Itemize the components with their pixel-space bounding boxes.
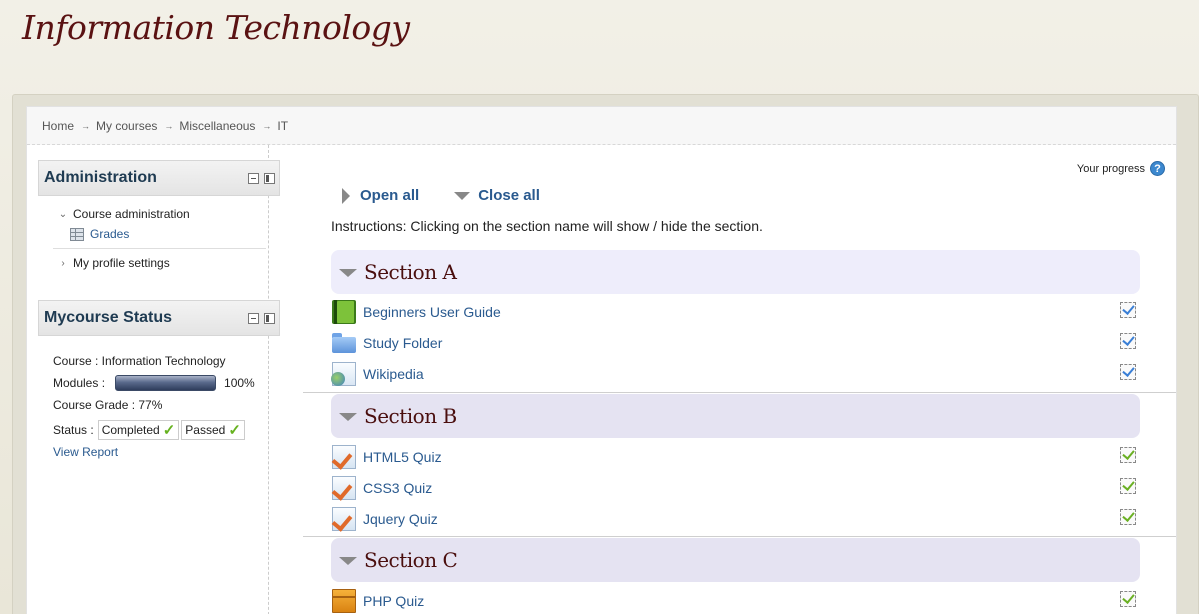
activity-item[interactable]: HTML5 Quiz	[332, 441, 1140, 472]
view-report-row: View Report	[53, 441, 280, 463]
tree-label: Course administration	[73, 207, 190, 221]
course-line: Course : Information Technology	[53, 354, 226, 368]
status-badge-passed: Passed ✓	[181, 420, 245, 440]
tree-label: My profile settings	[73, 256, 170, 270]
mycourse-status-block: Mycourse Status Course : Information Tec…	[38, 300, 280, 463]
activity-link[interactable]: Jquery Quiz	[363, 511, 438, 527]
administration-block: Administration ⌄ Course administration G…	[38, 160, 280, 273]
activity-link[interactable]: PHP Quiz	[363, 593, 424, 609]
administration-header: Administration	[38, 160, 280, 196]
help-icon[interactable]: ?	[1150, 161, 1165, 176]
section-b-header[interactable]: Section B	[331, 394, 1140, 438]
administration-title: Administration	[44, 169, 157, 186]
administration-tree: ⌄ Course administration Grades › My prof…	[38, 196, 280, 273]
activity-link[interactable]: CSS3 Quiz	[363, 480, 432, 496]
grades-table-icon	[70, 227, 84, 241]
main-content: Your progress ? Open all Close all Instr…	[270, 145, 1176, 614]
grade-line: Course Grade : 77%	[53, 398, 163, 412]
chevron-down-icon: ⌄	[58, 208, 68, 220]
instructions-text: Instructions: Clicking on the section na…	[331, 218, 763, 234]
activity-item[interactable]: Jquery Quiz	[332, 503, 1140, 534]
breadcrumb-separator-icon: →	[81, 120, 91, 131]
completion-checkbox-icon[interactable]	[1120, 333, 1136, 349]
tree-item-profile-settings[interactable]: › My profile settings	[53, 253, 266, 273]
site-title: Information Technology	[22, 8, 410, 47]
folder-icon	[332, 331, 356, 355]
divider	[53, 248, 266, 249]
activity-item[interactable]: CSS3 Quiz	[332, 472, 1140, 503]
toggle-all-controls: Open all Close all	[342, 187, 575, 204]
status-passed-text: Passed	[185, 423, 226, 437]
breadcrumb-separator-icon: →	[262, 120, 272, 131]
completion-checkbox-icon[interactable]	[1120, 302, 1136, 318]
book-icon	[332, 299, 356, 324]
breadcrumb-current[interactable]: IT	[277, 119, 288, 133]
breadcrumb-separator-icon: →	[164, 120, 174, 131]
expand-triangle-icon	[342, 187, 350, 204]
activity-item[interactable]: Wikipedia	[331, 358, 1140, 389]
view-report-link[interactable]: View Report	[53, 445, 118, 459]
status-badge-completed: Completed ✓	[97, 420, 180, 440]
mycourse-status-body: Course : Information Technology Modules …	[38, 336, 280, 463]
modules-percent: 100%	[224, 376, 255, 390]
your-progress-label: Your progress	[1076, 162, 1145, 175]
section-title: Section C	[364, 548, 458, 572]
your-progress: Your progress ?	[1077, 161, 1165, 176]
collapse-triangle-icon	[454, 191, 471, 200]
status-label: Status :	[53, 423, 94, 437]
mycourse-status-title: Mycourse Status	[44, 309, 173, 326]
section-title: Section A	[364, 260, 457, 284]
grades-link[interactable]: Grades	[90, 227, 129, 241]
checkmark-icon: ✓	[162, 422, 176, 439]
status-line: Status : Completed ✓ Passed ✓	[53, 419, 280, 441]
modules-progress-bar	[115, 375, 217, 391]
left-sidebar: Administration ⌄ Course administration G…	[27, 145, 280, 614]
package-icon	[332, 588, 356, 613]
breadcrumb-my-courses[interactable]: My courses	[96, 119, 157, 133]
section-a-header[interactable]: Section A	[331, 250, 1140, 294]
close-all-label: Close all	[478, 187, 540, 204]
open-all-label: Open all	[360, 187, 420, 204]
page-content: Home → My courses → Miscellaneous → IT A…	[26, 106, 1177, 614]
activity-item[interactable]: PHP Quiz	[332, 585, 1140, 614]
completion-checkbox-icon[interactable]	[1120, 447, 1136, 463]
activity-link[interactable]: Beginners User Guide	[363, 304, 501, 320]
open-all-button[interactable]: Open all	[342, 187, 419, 204]
breadcrumb-miscellaneous[interactable]: Miscellaneous	[179, 119, 255, 133]
collapse-icon[interactable]	[248, 313, 259, 324]
activity-item[interactable]: Study Folder	[332, 327, 1140, 358]
breadcrumb: Home → My courses → Miscellaneous → IT	[27, 107, 1176, 145]
completion-checkbox-icon[interactable]	[1120, 478, 1136, 494]
completion-checkbox-icon[interactable]	[1120, 591, 1136, 607]
completion-checkbox-icon[interactable]	[1120, 509, 1136, 525]
modules-label: Modules :	[53, 376, 106, 390]
modules-line: Modules : 100%	[53, 372, 280, 394]
quiz-icon	[332, 475, 356, 500]
checkmark-icon: ✓	[228, 422, 241, 439]
url-icon	[331, 361, 356, 386]
mycourse-status-header: Mycourse Status	[38, 300, 280, 336]
tree-item-course-administration[interactable]: ⌄ Course administration	[53, 204, 266, 224]
collapse-icon[interactable]	[248, 173, 259, 184]
section-divider	[303, 392, 1176, 393]
section-toggle-icon	[339, 269, 357, 277]
completion-checkbox-icon[interactable]	[1120, 364, 1136, 380]
activity-link[interactable]: Wikipedia	[363, 366, 424, 382]
section-toggle-icon	[339, 413, 357, 421]
status-completed-text: Completed	[101, 423, 160, 437]
breadcrumb-home[interactable]: Home	[42, 119, 74, 133]
section-c-header[interactable]: Section C	[331, 538, 1140, 582]
tree-item-grades[interactable]: Grades	[53, 224, 266, 244]
chevron-right-icon: ›	[61, 257, 65, 269]
close-all-button[interactable]: Close all	[454, 187, 540, 204]
section-divider	[303, 536, 1176, 537]
activity-item[interactable]: Beginners User Guide	[332, 296, 1140, 327]
section-title: Section B	[364, 404, 457, 428]
activity-link[interactable]: Study Folder	[363, 335, 442, 351]
activity-link[interactable]: HTML5 Quiz	[363, 449, 442, 465]
quiz-icon	[332, 444, 356, 469]
section-toggle-icon	[339, 557, 357, 565]
quiz-icon	[332, 506, 356, 531]
